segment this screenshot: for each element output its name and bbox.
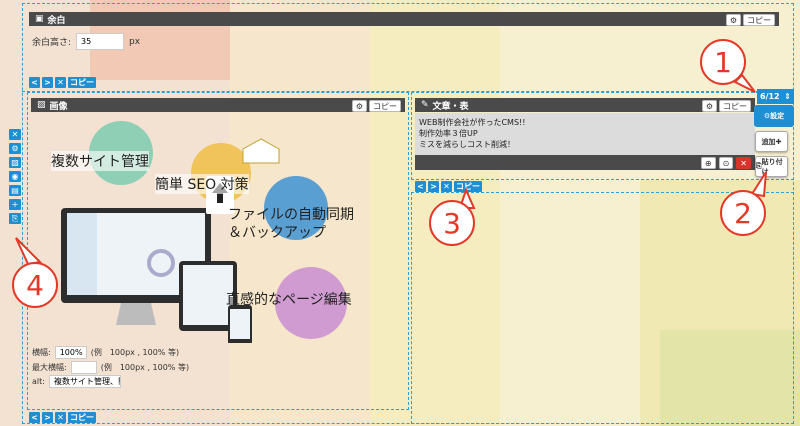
callout-4: 4	[12, 262, 58, 308]
callout-2: 2	[720, 190, 766, 236]
callout-pointer	[15, 237, 43, 266]
callout-3: 3	[429, 200, 475, 246]
callout-1: 1	[700, 39, 746, 85]
editor-canvas: ▣ 余白 ⚙ コピー 余白高さ: px < > ✕ コピー ▨ 画像 ⚙ コピー	[0, 0, 800, 426]
callout-pointers	[15, 73, 767, 266]
